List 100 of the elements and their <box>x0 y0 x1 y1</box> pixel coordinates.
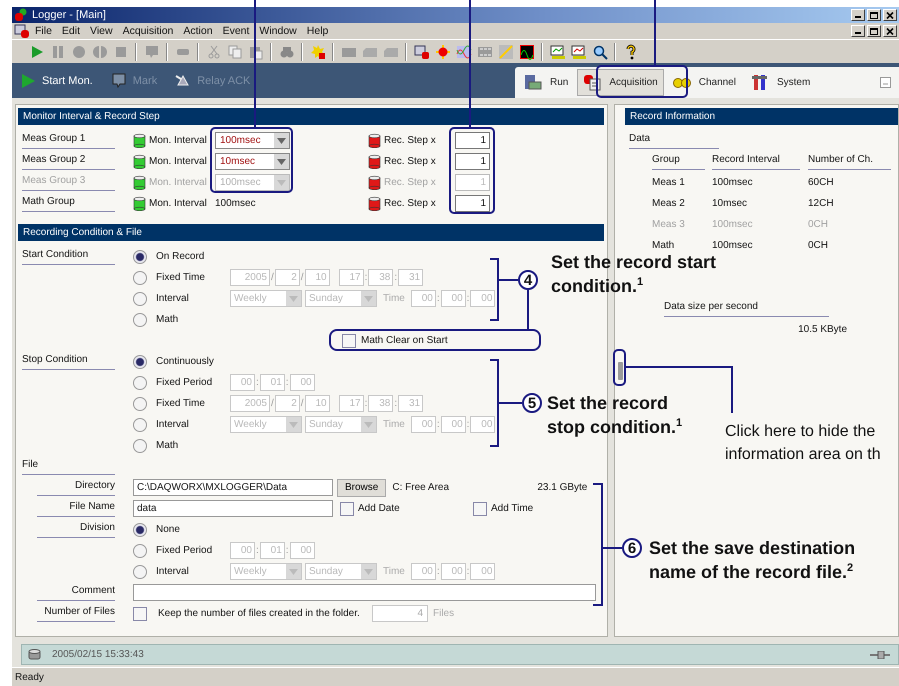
number-field[interactable]: 00 <box>290 374 315 391</box>
option-label: Interval <box>156 566 190 577</box>
number-field[interactable]: 1 <box>455 195 490 212</box>
minimize-button[interactable] <box>851 25 865 37</box>
splitter-handle[interactable] <box>618 362 623 380</box>
checkbox[interactable] <box>342 334 356 348</box>
radio-button[interactable] <box>133 250 147 264</box>
view-tab[interactable]: Channel <box>666 69 742 96</box>
number-field[interactable]: 00 <box>440 563 466 580</box>
window-cylinder-icon[interactable] <box>414 44 430 60</box>
copy-icon[interactable] <box>226 44 242 60</box>
close-button[interactable] <box>883 25 897 37</box>
radio-button[interactable] <box>133 312 147 326</box>
menu-item[interactable]: View <box>85 25 118 37</box>
burst-icon[interactable] <box>310 44 326 60</box>
dropdown[interactable]: Weekly <box>230 563 302 580</box>
radio-button[interactable] <box>133 292 147 306</box>
circle-icon[interactable] <box>70 44 86 60</box>
checkbox[interactable] <box>340 502 354 516</box>
radio-button[interactable] <box>133 376 147 390</box>
number-field[interactable]: 31 <box>398 395 424 412</box>
text-field[interactable]: data <box>133 500 333 517</box>
number-field[interactable]: 00 <box>470 563 496 580</box>
scissors-icon[interactable] <box>206 44 222 60</box>
number-field[interactable]: 2 <box>274 269 300 286</box>
dropdown[interactable]: Sunday <box>305 290 377 307</box>
menu-item[interactable]: Edit <box>56 25 86 37</box>
magnifier-icon[interactable] <box>592 44 608 60</box>
speech-bubble-icon[interactable] <box>144 44 160 60</box>
radio-button[interactable] <box>133 354 147 368</box>
command-button[interactable]: Start Mon. <box>12 72 103 88</box>
radio-button[interactable] <box>133 438 147 452</box>
monitor-icon[interactable] <box>570 44 586 60</box>
number-field[interactable]: 38 <box>368 269 394 286</box>
radio-button[interactable] <box>133 544 147 558</box>
number-field[interactable]: 31 <box>398 269 424 286</box>
scope-icon[interactable] <box>518 44 534 60</box>
number-field[interactable]: 01 <box>260 542 285 559</box>
dropdown[interactable]: Weekly <box>230 290 302 307</box>
maximize-button[interactable] <box>867 25 881 37</box>
number-field[interactable]: 2 <box>274 395 300 412</box>
text-field[interactable]: C:\DAQWORX\MXLOGGER\Data <box>133 479 333 496</box>
monitor-icon[interactable] <box>550 44 566 60</box>
menu-item[interactable]: File <box>30 25 57 37</box>
close-button[interactable] <box>883 9 897 21</box>
maximize-button[interactable] <box>867 9 881 21</box>
number-field[interactable]: 17 <box>338 269 364 286</box>
minimize-button[interactable] <box>851 9 865 21</box>
dropdown[interactable]: 100msec <box>215 132 290 149</box>
checkbox[interactable] <box>133 606 147 620</box>
view-tab[interactable]: Acquisition <box>577 69 664 96</box>
minimize-icon[interactable] <box>880 77 891 88</box>
radio-button[interactable] <box>133 418 147 432</box>
number-field[interactable]: 10 <box>304 395 330 412</box>
table-cell-text: 60CH <box>808 177 835 188</box>
browse-button[interactable]: Browse <box>337 478 386 496</box>
option-label: Math <box>156 314 180 325</box>
dropdown[interactable]: 10msec <box>215 153 290 170</box>
radio-button[interactable] <box>133 270 147 284</box>
number-field[interactable]: 00 <box>410 290 436 307</box>
number-field[interactable]: 01 <box>260 374 285 391</box>
text-field[interactable] <box>133 584 596 601</box>
number-field[interactable]: 00 <box>440 416 466 433</box>
radio-button[interactable] <box>133 396 147 410</box>
dropdown[interactable]: Weekly <box>230 416 302 433</box>
number-field[interactable]: 2005 <box>230 395 270 412</box>
field-label: Time <box>383 293 405 304</box>
wave-chart-icon[interactable] <box>456 44 472 60</box>
radio-button[interactable] <box>133 522 147 536</box>
number-field[interactable]: 2005 <box>230 269 270 286</box>
menu-item[interactable]: Action <box>178 25 218 37</box>
number-field[interactable]: 4 <box>372 605 428 622</box>
number-field[interactable]: 00 <box>410 416 436 433</box>
number-field[interactable]: 1 <box>455 132 490 149</box>
number-field[interactable]: 17 <box>338 395 364 412</box>
number-field[interactable]: 00 <box>290 542 315 559</box>
number-field[interactable]: 1 <box>455 153 490 170</box>
menu-item[interactable]: Event <box>218 25 254 37</box>
number-field[interactable]: 00 <box>230 542 255 559</box>
field-label: Mon. Interval <box>149 177 207 188</box>
dropdown[interactable]: Sunday <box>305 563 377 580</box>
menu-item[interactable]: Window <box>254 25 302 37</box>
row-label: File Name <box>37 500 115 516</box>
dropdown[interactable]: Sunday <box>305 416 377 433</box>
menu-item[interactable]: Help <box>302 25 334 37</box>
number-field[interactable]: 00 <box>470 416 496 433</box>
number-field[interactable]: 00 <box>230 374 255 391</box>
separator-text: : <box>466 566 470 577</box>
view-tab[interactable]: Run <box>518 69 574 96</box>
radio-button[interactable] <box>133 564 147 578</box>
field-label: Mon. Interval <box>149 198 207 209</box>
checkbox[interactable] <box>473 502 487 516</box>
view-tab[interactable]: System <box>744 69 816 96</box>
spark-icon[interactable] <box>434 44 450 60</box>
number-field[interactable]: 00 <box>470 290 496 307</box>
number-field[interactable]: 00 <box>410 563 436 580</box>
menu-item[interactable]: Acquisition <box>118 25 178 37</box>
number-field[interactable]: 00 <box>440 290 466 307</box>
number-field[interactable]: 38 <box>368 395 394 412</box>
number-field[interactable]: 10 <box>304 269 330 286</box>
